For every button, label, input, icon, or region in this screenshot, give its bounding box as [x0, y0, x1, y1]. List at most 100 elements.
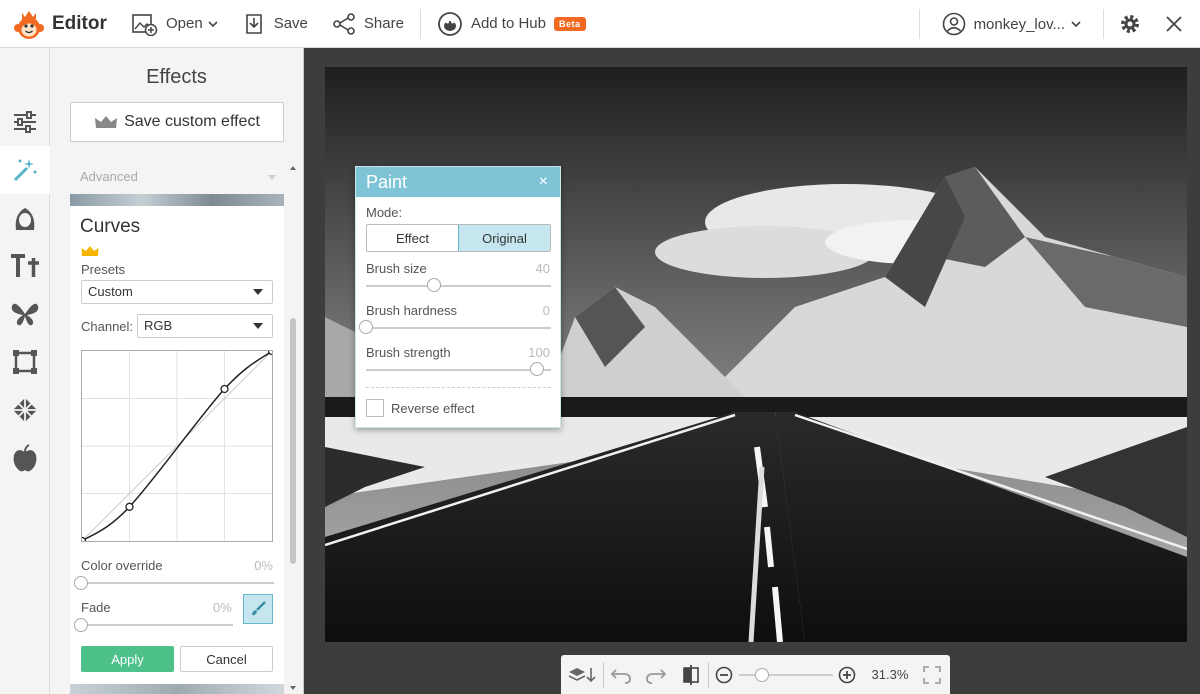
zoom-handle[interactable] — [755, 667, 770, 682]
zoom-in-button[interactable] — [832, 666, 862, 684]
reverse-effect-label: Reverse effect — [391, 401, 475, 416]
rail-effects[interactable] — [0, 146, 50, 194]
redo-button[interactable] — [639, 666, 673, 684]
crown-icon — [95, 116, 118, 128]
fade-value: 0% — [213, 600, 232, 615]
category-label: Advanced — [80, 169, 138, 184]
brush-strength-handle[interactable] — [530, 362, 544, 376]
brush-size-value: 40 — [535, 261, 550, 276]
paint-close-icon[interactable]: × — [539, 167, 548, 197]
color-override-slider[interactable] — [81, 582, 274, 584]
channel-label: Channel: — [81, 319, 134, 334]
touch-up-icon — [15, 208, 35, 230]
zoom-out-button[interactable] — [709, 666, 739, 684]
paint-brush-button[interactable] — [243, 594, 273, 624]
user-menu[interactable]: monkey_lov... — [924, 12, 1099, 36]
zoom-slider[interactable] — [738, 665, 833, 685]
texture-icon — [13, 398, 37, 422]
effect-thumbnail[interactable] — [70, 194, 284, 206]
color-override-label: Color override — [81, 558, 163, 573]
apply-button[interactable]: Apply — [81, 646, 174, 672]
scroll-down-icon — [290, 686, 296, 690]
butterfly-icon — [11, 303, 39, 326]
presets-label: Presets — [81, 262, 126, 277]
paint-panel-header[interactable]: Paint × — [356, 167, 560, 197]
fade-label: Fade — [81, 600, 111, 615]
mode-toggle: Effect Original — [366, 224, 551, 252]
fade-handle[interactable] — [74, 618, 88, 632]
save-custom-effect-label: Save custom effect — [124, 113, 260, 130]
cancel-button[interactable]: Cancel — [180, 646, 273, 672]
mode-effect-button[interactable]: Effect — [367, 225, 458, 251]
open-button[interactable]: Open — [120, 0, 230, 48]
app-title: Editor — [52, 12, 107, 34]
brush-strength-slider[interactable] — [366, 369, 551, 371]
curves-card: Curves Presets Custom Channel: RGB Color… — [70, 206, 284, 684]
curves-graph[interactable] — [77, 346, 277, 546]
channel-select[interactable]: RGB — [137, 314, 273, 338]
rail-adjust[interactable] — [0, 98, 50, 146]
app-logo[interactable]: Editor — [0, 7, 120, 41]
brush-size-slider[interactable] — [366, 285, 551, 287]
brush-hardness-handle[interactable] — [359, 320, 373, 334]
fade-slider[interactable] — [81, 624, 233, 626]
mode-original-button[interactable]: Original — [458, 225, 550, 251]
curves-title: Curves — [80, 216, 141, 237]
share-label: Share — [363, 15, 404, 32]
panel-scrollbar[interactable] — [288, 164, 298, 694]
rail-touch-up[interactable] — [0, 194, 50, 242]
rail-frames[interactable] — [0, 338, 50, 386]
rail-text[interactable] — [0, 242, 50, 290]
compare-icon — [682, 664, 699, 685]
zoom-percentage: 31.3% — [871, 667, 909, 682]
brush-hardness-slider[interactable] — [366, 327, 551, 329]
rail-textures[interactable] — [0, 386, 50, 434]
channel-value: RGB — [144, 318, 173, 333]
effect-thumbnail[interactable] — [70, 684, 284, 694]
color-override-handle[interactable] — [74, 576, 88, 590]
curve-control-point[interactable] — [125, 502, 134, 511]
tool-rail — [0, 48, 50, 694]
brush-hardness-value: 0 — [542, 303, 550, 318]
premium-crown-icon — [81, 244, 99, 262]
save-button[interactable]: Save — [230, 0, 320, 48]
paint-brush-icon — [252, 601, 266, 616]
magic-wand-icon — [13, 159, 37, 182]
rail-seasonal[interactable] — [0, 434, 50, 482]
top-toolbar: Editor Open Save Share Add to Hub Beta m… — [0, 0, 1200, 48]
brush-hardness-label: Brush hardness — [366, 303, 458, 318]
open-image-icon — [132, 13, 158, 36]
undo-button[interactable] — [604, 666, 640, 684]
mode-label: Mode: — [366, 205, 403, 220]
reverse-effect-checkbox[interactable] — [366, 399, 384, 417]
paint-panel-title: Paint — [366, 172, 408, 192]
scrollbar-thumb[interactable] — [290, 318, 296, 564]
fit-screen-button[interactable] — [914, 665, 950, 684]
toolbar-divider — [1103, 9, 1104, 39]
save-download-icon — [245, 13, 262, 34]
share-button[interactable]: Share — [320, 0, 416, 48]
canvas-toolbar: 31.3% — [561, 655, 950, 694]
close-icon — [1166, 16, 1182, 32]
compare-button[interactable] — [673, 664, 709, 686]
presets-select[interactable]: Custom — [81, 280, 273, 304]
layers-button[interactable] — [561, 665, 603, 685]
monkey-logo-icon — [12, 7, 46, 41]
curve-control-point[interactable] — [220, 384, 229, 394]
settings-button[interactable] — [1108, 0, 1152, 48]
zoom-in-icon — [838, 666, 855, 683]
brush-size-handle[interactable] — [427, 278, 442, 292]
toolbar-right: monkey_lov... — [915, 0, 1200, 48]
caret-down-icon — [253, 289, 263, 295]
rail-graphics[interactable] — [0, 290, 50, 338]
save-custom-effect-button[interactable]: Save custom effect — [70, 102, 284, 142]
add-to-hub-button[interactable]: Add to Hub Beta — [425, 0, 598, 48]
user-name: monkey_lov... — [973, 15, 1065, 33]
fullscreen-icon — [923, 665, 941, 684]
color-override-value: 0% — [254, 558, 273, 573]
category-dropdown[interactable]: Advanced — [70, 164, 284, 190]
close-editor-button[interactable] — [1152, 0, 1196, 48]
hub-label: Add to Hub — [470, 15, 546, 32]
adjust-icon — [14, 111, 36, 133]
apple-icon — [13, 444, 37, 472]
